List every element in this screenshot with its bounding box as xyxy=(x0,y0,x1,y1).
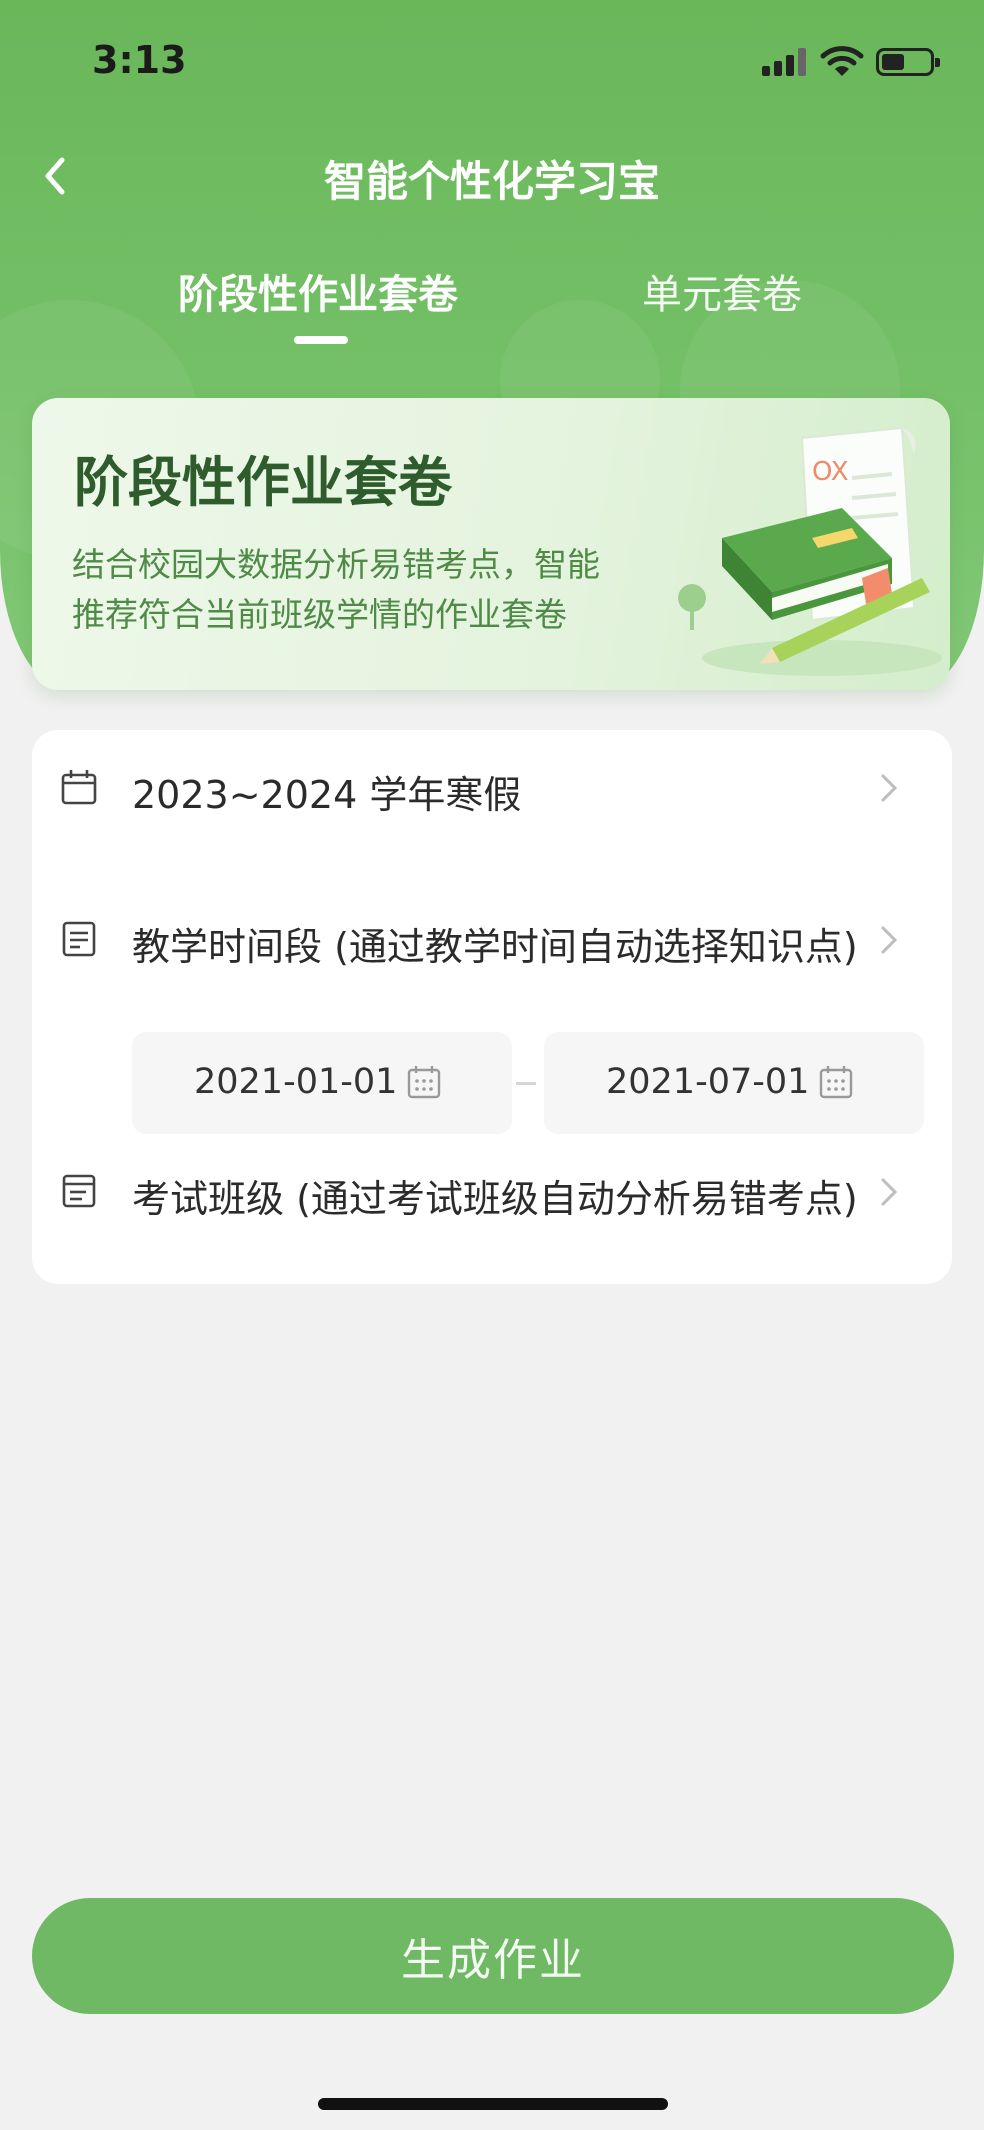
cellular-signal-icon xyxy=(762,48,808,76)
chevron-right-icon[interactable] xyxy=(874,1172,904,1212)
teaching-period-label[interactable]: 教学时间段 (通过教学时间自动选择知识点) xyxy=(132,916,858,971)
banner-description-line1: 结合校园大数据分析易错考点，智能 xyxy=(72,545,600,584)
tab-unit-papers[interactable]: 单元套卷 xyxy=(642,262,802,320)
home-indicator xyxy=(318,2098,668,2110)
end-date-value: 2021-07-01 xyxy=(606,1062,810,1102)
chevron-right-icon[interactable] xyxy=(874,768,904,808)
banner-title: 阶段性作业套卷 xyxy=(74,451,452,514)
document-icon xyxy=(62,921,96,957)
calendar-icon xyxy=(61,770,97,805)
generate-homework-button[interactable]: 生成作业 xyxy=(32,1898,954,2014)
book-illustration-icon: OX xyxy=(678,426,942,676)
calendar-icon xyxy=(819,1066,853,1099)
page: 3:13 智能个性化学习宝 阶段性作业套卷 单元套卷 阶段性作业套卷 结合校园大… xyxy=(0,0,984,2130)
page-title: 智能个性化学习宝 xyxy=(323,157,660,206)
tab-stage-homework[interactable]: 阶段性作业套卷 xyxy=(178,262,458,320)
status-time: 3:13 xyxy=(92,38,187,82)
homework-settings-card: 2023~2024 学年寒假 教学时间段 (通过教学时间自动选择知识点) 202… xyxy=(32,730,952,1284)
wifi-icon xyxy=(820,46,864,76)
start-date-field[interactable]: 2021-01-01 xyxy=(132,1032,512,1134)
active-tab-indicator xyxy=(294,336,348,344)
banner-description-line2: 推荐符合当前班级学情的作业套卷 xyxy=(72,595,567,634)
chevron-right-icon[interactable] xyxy=(874,920,904,960)
class-list-icon xyxy=(62,1174,96,1208)
calendar-icon xyxy=(407,1066,441,1099)
battery-icon xyxy=(876,48,940,76)
banner-art-text: OX xyxy=(812,457,849,487)
end-date-field[interactable]: 2021-07-01 xyxy=(544,1032,924,1134)
start-date-value: 2021-01-01 xyxy=(194,1062,398,1102)
date-range-separator xyxy=(516,1082,536,1085)
exam-class-label[interactable]: 考试班级 (通过考试班级自动分析易错考点) xyxy=(132,1168,858,1223)
term-selector-label[interactable]: 2023~2024 学年寒假 xyxy=(132,764,521,819)
promo-banner: 阶段性作业套卷 结合校园大数据分析易错考点，智能 推荐符合当前班级学情的作业套卷… xyxy=(32,398,950,690)
